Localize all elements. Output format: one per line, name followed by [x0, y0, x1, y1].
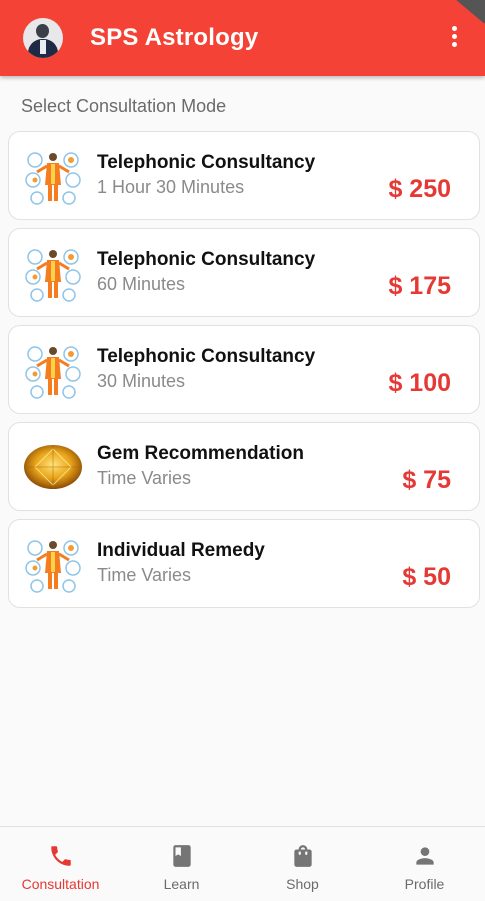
app-title: SPS Astrology [90, 24, 259, 51]
service-card-gem-recommendation[interactable]: Gem Recommendation Time Varies $ 75 [8, 422, 480, 511]
nav-profile[interactable]: Profile [364, 827, 485, 901]
service-card-telephonic-60min[interactable]: Telephonic Consultancy 60 Minutes $ 175 [8, 228, 480, 317]
nav-label: Consultation [21, 876, 100, 892]
nav-consultation[interactable]: Consultation [0, 827, 121, 901]
service-name: Gem Recommendation [97, 443, 304, 464]
service-card-telephonic-30min[interactable]: Telephonic Consultancy 30 Minutes $ 100 [8, 325, 480, 414]
service-duration: 30 Minutes [97, 371, 186, 391]
astrologer-icon [25, 540, 81, 593]
app-bar: SPS Astrology [0, 0, 485, 76]
shopping-bag-icon [294, 845, 312, 867]
service-price: $ 100 [388, 369, 451, 397]
service-name: Telephonic Consultancy [97, 249, 316, 270]
service-card-individual-remedy[interactable]: Individual Remedy Time Varies $ 50 [8, 519, 480, 608]
service-price: $ 250 [388, 175, 451, 203]
section-title: Select Consultation Mode [21, 96, 227, 116]
service-price: $ 50 [402, 563, 451, 591]
nav-shop[interactable]: Shop [242, 827, 363, 901]
service-duration: 1 Hour 30 Minutes [97, 177, 245, 197]
phone-icon [51, 846, 71, 866]
service-duration: 60 Minutes [97, 274, 186, 294]
more-options-icon[interactable] [444, 24, 464, 54]
service-duration: Time Varies [97, 565, 192, 585]
service-name: Telephonic Consultancy [97, 152, 316, 173]
service-name: Individual Remedy [97, 540, 265, 561]
book-icon [173, 845, 191, 867]
service-card-telephonic-90min[interactable]: Telephonic Consultancy 1 Hour 30 Minutes… [8, 131, 480, 220]
nav-label: Profile [404, 876, 445, 892]
nav-label: Shop [286, 876, 319, 892]
service-price: $ 75 [402, 466, 451, 494]
nav-label: Learn [163, 876, 200, 892]
nav-learn[interactable]: Learn [121, 827, 242, 901]
astrologer-icon [25, 346, 81, 399]
avatar[interactable] [23, 18, 63, 58]
person-icon [416, 847, 434, 865]
astrologer-icon [25, 249, 81, 302]
service-price: $ 175 [388, 272, 451, 300]
astrologer-icon [25, 152, 81, 205]
gemstone-icon [24, 445, 82, 489]
service-name: Telephonic Consultancy [97, 346, 316, 367]
service-duration: Time Varies [97, 468, 192, 488]
bottom-navigation: Consultation Learn Shop Profile [0, 826, 485, 901]
